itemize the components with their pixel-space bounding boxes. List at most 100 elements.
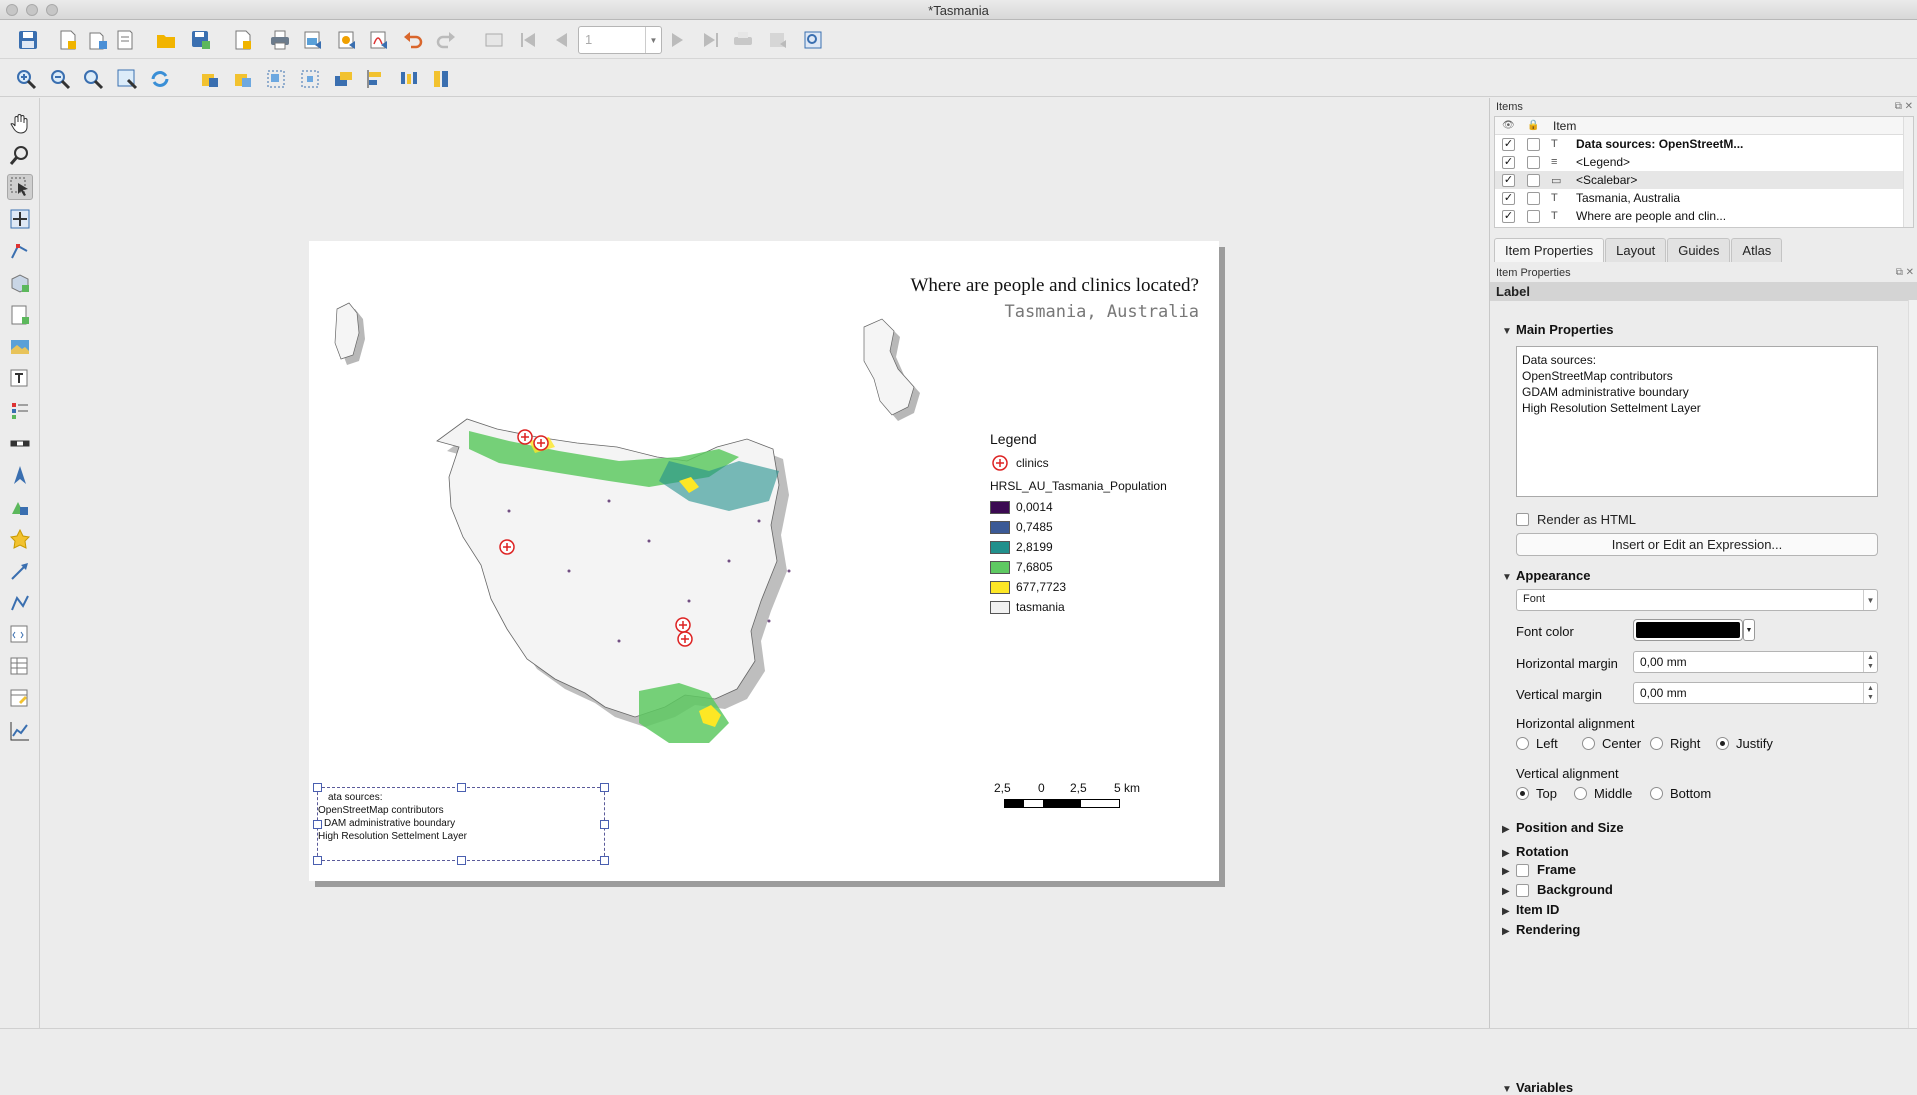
add-north-arrow-icon[interactable]	[7, 462, 33, 488]
resize-handle[interactable]	[313, 783, 322, 792]
items-list[interactable]: 👁 🔒 Item ✓ T Data sources: OpenStreetM... ✓…	[1494, 116, 1914, 228]
add-polyline-icon[interactable]	[7, 590, 33, 616]
chevron-down-icon[interactable]: ▼	[1743, 619, 1755, 641]
font-button[interactable]: Font ▼	[1516, 589, 1878, 611]
variables-section[interactable]: ▼ Variables	[1502, 1080, 1573, 1095]
add-label-icon[interactable]	[7, 366, 33, 392]
ungroup-items-icon[interactable]	[297, 66, 323, 92]
item-column-header[interactable]: Item	[1553, 119, 1576, 133]
lock-checkbox[interactable]	[1527, 209, 1540, 223]
last-feature-icon[interactable]	[698, 27, 724, 53]
pan-icon[interactable]	[7, 110, 33, 136]
resize-handle[interactable]	[313, 856, 322, 865]
items-row[interactable]: ✓ ▭ <Scalebar>	[1495, 171, 1913, 189]
items-row[interactable]: ✓ ≡ <Legend>	[1495, 153, 1913, 171]
lock-column-icon[interactable]: 🔒	[1527, 120, 1539, 131]
export-pdf-icon[interactable]	[366, 27, 392, 53]
radio-center[interactable]: Center	[1582, 736, 1641, 751]
resize-handle[interactable]	[600, 783, 609, 792]
items-row[interactable]: ✓ T Tasmania, Australia	[1495, 189, 1913, 207]
vertical-margin-field[interactable]: 0,00 mm ▲ ▼	[1633, 682, 1878, 704]
zoom-actual-icon[interactable]	[80, 66, 106, 92]
zoom-in-icon[interactable]	[13, 66, 39, 92]
zoom-out-icon[interactable]	[47, 66, 73, 92]
dock-float-close-icon[interactable]: ⧉ ✕	[1895, 101, 1913, 112]
visibility-column-icon[interactable]: 👁	[1502, 120, 1515, 131]
zoom-tool-icon[interactable]	[7, 142, 33, 168]
atlas-settings-icon[interactable]	[800, 27, 826, 53]
unlock-items-icon[interactable]	[230, 66, 256, 92]
add-elevation-profile-icon[interactable]	[7, 718, 33, 744]
items-scrollbar[interactable]	[1903, 117, 1913, 227]
visibility-checkbox[interactable]: ✓	[1502, 137, 1515, 151]
add-html-icon[interactable]	[7, 622, 33, 648]
export-image-icon[interactable]	[300, 27, 326, 53]
distribute-items-icon[interactable]	[396, 66, 422, 92]
tab-atlas[interactable]: Atlas	[1731, 238, 1783, 262]
atlas-preview-icon[interactable]	[481, 27, 507, 53]
items-row[interactable]: ✓ T Data sources: OpenStreetM...	[1495, 135, 1913, 153]
map-title[interactable]: Where are people and clinics located?	[889, 275, 1199, 297]
radio-top[interactable]: Top	[1516, 786, 1557, 801]
lock-checkbox[interactable]	[1527, 173, 1540, 187]
save-template-icon[interactable]	[188, 27, 214, 53]
visibility-checkbox[interactable]: ✓	[1502, 155, 1515, 169]
map-subtitle[interactable]: Tasmania, Australia	[889, 302, 1199, 322]
background-checkbox[interactable]	[1516, 884, 1529, 898]
resize-handle[interactable]	[600, 856, 609, 865]
layout-manager-icon[interactable]	[112, 27, 138, 53]
visibility-checkbox[interactable]: ✓	[1502, 209, 1515, 223]
resize-items-icon[interactable]	[429, 66, 455, 92]
align-items-icon[interactable]	[363, 66, 389, 92]
lock-checkbox[interactable]	[1527, 155, 1540, 169]
select-move-icon[interactable]	[7, 174, 33, 200]
next-feature-icon[interactable]	[665, 27, 691, 53]
add-arrow-icon[interactable]	[7, 558, 33, 584]
refresh-icon[interactable]	[147, 66, 173, 92]
label-text-area[interactable]: Data sources: OpenStreetMap contributors…	[1516, 346, 1878, 497]
new-layout-icon[interactable]	[55, 27, 81, 53]
radio-bottom[interactable]: Bottom	[1650, 786, 1711, 801]
add-attribute-table-icon[interactable]	[7, 654, 33, 680]
print-icon[interactable]	[267, 27, 293, 53]
zoom-full-icon[interactable]	[114, 66, 140, 92]
add-shape-icon[interactable]	[7, 494, 33, 520]
add-marker-icon[interactable]	[7, 526, 33, 552]
add-map-icon[interactable]	[7, 302, 33, 328]
resize-handle[interactable]	[313, 820, 322, 829]
raise-items-icon[interactable]	[330, 66, 356, 92]
section-background[interactable]: ▶ Background	[1502, 882, 1613, 898]
data-sources-label[interactable]: ata sources: OpenStreetMap contributors …	[313, 783, 609, 865]
section-rendering[interactable]: ▶ Rendering	[1502, 922, 1580, 937]
atlas-page-field[interactable]: 1 ▼	[578, 26, 662, 54]
open-template-icon[interactable]	[153, 27, 179, 53]
insert-expression-button[interactable]: Insert or Edit an Expression...	[1516, 533, 1878, 556]
layout-canvas[interactable]: Where are people and clinics located? Ta…	[41, 98, 1488, 1028]
add-legend-icon[interactable]	[7, 398, 33, 424]
radio-justify[interactable]: Justify	[1716, 736, 1773, 751]
add-3d-map-icon[interactable]	[7, 270, 33, 296]
duplicate-layout-icon[interactable]	[85, 27, 111, 53]
radio-right[interactable]: Right	[1650, 736, 1700, 751]
main-properties-section[interactable]: ▼ Main Properties	[1502, 322, 1614, 337]
horizontal-margin-field[interactable]: 0,00 mm ▲ ▼	[1633, 651, 1878, 673]
render-html-checkbox[interactable]: Render as HTML	[1516, 512, 1636, 527]
edit-nodes-icon[interactable]	[7, 238, 33, 264]
appearance-section[interactable]: ▼ Appearance	[1502, 568, 1590, 583]
export-svg-icon[interactable]	[334, 27, 360, 53]
resize-handle[interactable]	[457, 856, 466, 865]
print-atlas-icon[interactable]	[730, 27, 756, 53]
add-page-icon[interactable]	[230, 27, 256, 53]
tab-layout[interactable]: Layout	[1605, 238, 1667, 262]
section-position-and-size[interactable]: ▶ Position and Size	[1502, 820, 1624, 835]
dock-float-close-icon[interactable]: ⧉ ✕	[1896, 267, 1914, 278]
lock-checkbox[interactable]	[1527, 137, 1540, 151]
lock-checkbox[interactable]	[1527, 191, 1540, 205]
add-picture-icon[interactable]	[7, 334, 33, 360]
first-feature-icon[interactable]	[515, 27, 541, 53]
add-scalebar-icon[interactable]	[7, 430, 33, 456]
chevron-down-icon[interactable]: ▼	[645, 27, 661, 53]
font-color-button[interactable]	[1633, 619, 1743, 641]
visibility-checkbox[interactable]: ✓	[1502, 173, 1515, 187]
items-row[interactable]: ✓ T Where are people and clin...	[1495, 207, 1913, 225]
